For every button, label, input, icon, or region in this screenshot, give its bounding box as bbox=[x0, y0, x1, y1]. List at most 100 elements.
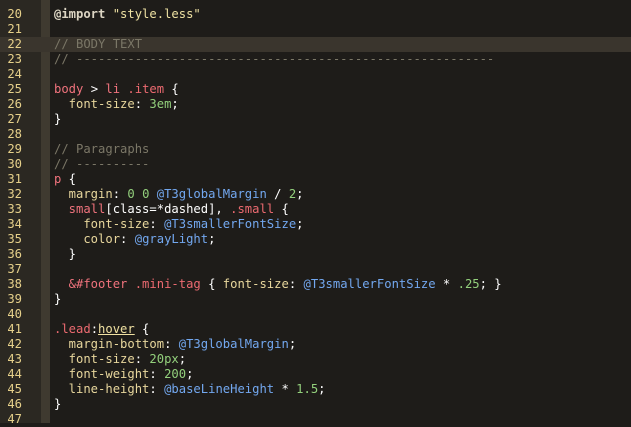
line-number: 21 bbox=[7, 22, 22, 36]
code-token: .25 bbox=[457, 277, 480, 291]
code-token: .item bbox=[127, 82, 165, 96]
code-token: line-height bbox=[54, 382, 150, 396]
code-line[interactable]: 45 line-height: @baseLineHeight * 1.5; bbox=[0, 382, 631, 397]
code-token: // -------------------------------------… bbox=[54, 52, 495, 66]
code-token: 3em bbox=[149, 97, 172, 111]
code-line[interactable]: 29 // Paragraphs bbox=[0, 142, 631, 157]
code-token: hover bbox=[98, 322, 135, 336]
code-text: .lead:hover { bbox=[54, 322, 149, 337]
line-number: 22 bbox=[7, 37, 22, 51]
code-line[interactable]: 40 bbox=[0, 307, 631, 322]
code-token: ; bbox=[296, 187, 304, 201]
code-token: : bbox=[288, 277, 304, 291]
code-token: small bbox=[54, 202, 106, 216]
code-text: // Paragraphs bbox=[54, 142, 149, 157]
code-token: @import bbox=[54, 7, 106, 21]
code-token: // BODY TEXT bbox=[54, 37, 143, 51]
code-token: : bbox=[90, 322, 99, 336]
code-line[interactable]: 38 &#footer .mini-tag { font-size: @T3sm… bbox=[0, 277, 631, 292]
code-line[interactable]: 41 .lead:hover { bbox=[0, 322, 631, 337]
code-line[interactable]: 20 @import "style.less" bbox=[0, 7, 631, 22]
code-text: // BODY TEXT bbox=[54, 37, 142, 52]
line-number: 46 bbox=[7, 397, 22, 411]
code-token: ; bbox=[288, 337, 297, 351]
line-number: 23 bbox=[7, 52, 22, 66]
code-token: } bbox=[54, 292, 62, 306]
code-line[interactable]: 26 font-size: 3em; bbox=[0, 97, 631, 112]
code-token: : bbox=[149, 382, 165, 396]
code-text: } bbox=[54, 112, 61, 127]
code-line[interactable]: 35 color: @grayLight; bbox=[0, 232, 631, 247]
code-text: &#footer .mini-tag { font-size: @T3small… bbox=[54, 277, 502, 292]
code-line[interactable]: 33 small[class=*dashed], .small { bbox=[0, 202, 631, 217]
code-text: @import "style.less" bbox=[54, 7, 201, 22]
code-token: font-size bbox=[222, 277, 289, 291]
code-token: { bbox=[134, 322, 150, 336]
code-line[interactable]: 25 body > li .item { bbox=[0, 82, 631, 97]
code-token: @T3smallerFontSize bbox=[164, 217, 297, 231]
code-editor[interactable]: 20 @import "style.less" 21 22// BODY TEXT 23… bbox=[0, 0, 631, 426]
code-line[interactable]: 43 font-size: 20px; bbox=[0, 352, 631, 367]
code-line[interactable]: 47 bbox=[0, 412, 631, 427]
line-number: 35 bbox=[7, 232, 22, 246]
code-text: // -------------------------------------… bbox=[54, 52, 494, 67]
line-number: 38 bbox=[7, 277, 22, 291]
code-token: font-size bbox=[54, 97, 135, 111]
code-text: font-weight: 200; bbox=[54, 367, 194, 382]
code-token: * bbox=[435, 277, 458, 291]
line-number: 26 bbox=[7, 97, 22, 111]
line-number: 41 bbox=[7, 322, 22, 336]
code-line[interactable]: 21 bbox=[0, 22, 631, 37]
code-line[interactable]: 32 margin: 0 0 @T3globalMargin / 2; bbox=[0, 187, 631, 202]
code-token: font-size bbox=[54, 217, 150, 231]
code-line[interactable]: 39} bbox=[0, 292, 631, 307]
code-token: ; bbox=[296, 217, 304, 231]
code-token: ; bbox=[186, 367, 194, 381]
code-token: body bbox=[54, 82, 84, 96]
code-token: "style.less" bbox=[105, 7, 201, 21]
code-text: margin: 0 0 @T3globalMargin / 2; bbox=[54, 187, 304, 202]
code-token: @baseLineHeight bbox=[164, 382, 275, 396]
code-text: font-size: @T3smallerFontSize; bbox=[54, 217, 304, 232]
line-number: 36 bbox=[7, 247, 22, 261]
code-token: 20px bbox=[149, 352, 179, 366]
code-line[interactable]: 23 // -----------------------------------… bbox=[0, 52, 631, 67]
line-number: 32 bbox=[7, 187, 22, 201]
code-token: 200 bbox=[164, 367, 187, 381]
code-token: font-size bbox=[54, 352, 135, 366]
code-line[interactable]: 37 bbox=[0, 262, 631, 277]
code-token: : bbox=[164, 337, 179, 351]
code-token: ; bbox=[318, 382, 326, 396]
code-line[interactable]: 28 bbox=[0, 127, 631, 142]
code-token: { bbox=[274, 202, 289, 216]
code-line[interactable]: 36 } bbox=[0, 247, 631, 262]
code-line[interactable]: 30 // ---------- bbox=[0, 157, 631, 172]
code-token: @T3smallerFontSize bbox=[303, 277, 436, 291]
code-area[interactable]: 20 @import "style.less" 21 22// BODY TEXT 23… bbox=[0, 0, 631, 426]
code-line[interactable]: 46} bbox=[0, 397, 631, 412]
code-text: line-height: @baseLineHeight * 1.5; bbox=[54, 382, 326, 397]
line-number: 44 bbox=[7, 367, 22, 381]
code-token: { bbox=[61, 172, 77, 186]
line-number: 24 bbox=[7, 67, 22, 81]
code-text: body > li .item { bbox=[54, 82, 179, 97]
code-line[interactable]: 42 margin-bottom: @T3globalMargin; bbox=[0, 337, 631, 352]
code-line[interactable]: 34 font-size: @T3smallerFontSize; bbox=[0, 217, 631, 232]
code-line[interactable]: 27} bbox=[0, 112, 631, 127]
code-token: > bbox=[83, 82, 106, 96]
code-text: margin-bottom: @T3globalMargin; bbox=[54, 337, 296, 352]
code-line[interactable]: 24 bbox=[0, 67, 631, 82]
code-text: } bbox=[54, 292, 61, 307]
code-line[interactable]: 44 font-weight: 200; bbox=[0, 367, 631, 382]
code-token: : bbox=[149, 217, 165, 231]
code-line-current[interactable]: 22 // BODY TEXT bbox=[0, 37, 631, 52]
code-line[interactable]: 31 p { bbox=[0, 172, 631, 187]
code-token: } bbox=[54, 247, 77, 261]
code-token: : bbox=[134, 352, 150, 366]
code-token: : bbox=[112, 187, 128, 201]
code-token: // Paragraphs bbox=[54, 142, 150, 156]
code-token: : bbox=[134, 97, 150, 111]
code-token: } bbox=[54, 112, 62, 126]
code-token: margin bbox=[54, 187, 113, 201]
